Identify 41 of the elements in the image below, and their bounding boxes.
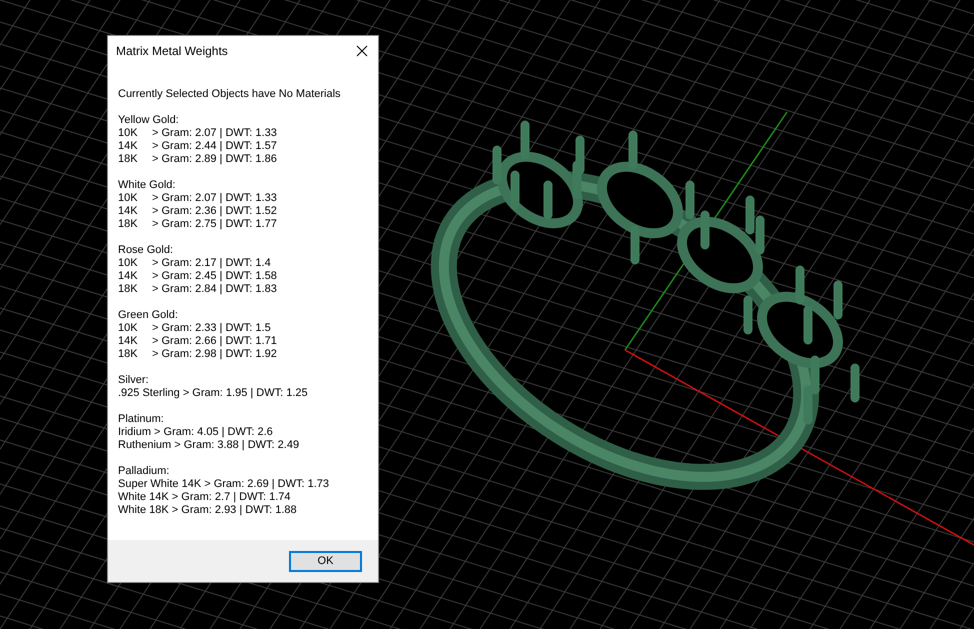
karat-label: 14K (118, 205, 139, 218)
ok-button[interactable]: OK (289, 550, 362, 572)
karat-label: 18K (118, 348, 139, 361)
weight-line: .925 Sterling > Gram: 1.95 | DWT: 1.25 (118, 387, 308, 400)
window-title: Matrix Metal Weights (116, 44, 228, 58)
metal-heading: Platinum: (118, 413, 164, 426)
status-message: Currently Selected Objects have No Materials (118, 88, 342, 101)
karat-label: 14K (118, 335, 139, 348)
karat-label: 14K (118, 270, 139, 283)
karat-label: 18K (118, 153, 139, 166)
metal-heading: Silver: (118, 374, 149, 387)
metal-heading: Green Gold: (118, 309, 178, 322)
metal-heading: Yellow Gold: (118, 114, 179, 127)
close-icon (356, 45, 368, 57)
weight-line: White 18K > Gram: 2.93 | DWT: 1.88 (118, 504, 297, 517)
weight-line: Iridium > Gram: 4.05 | DWT: 2.6 (118, 426, 273, 439)
weight-line: White 14K > Gram: 2.7 | DWT: 1.74 (118, 491, 291, 504)
weight-reading: > Gram: 2.98 | DWT: 1.92 (152, 348, 277, 361)
karat-label: 10K (118, 257, 139, 270)
weight-reading: > Gram: 2.07 | DWT: 1.33 (152, 127, 277, 140)
karat-label: 10K (118, 127, 139, 140)
weight-line: Ruthenium > Gram: 3.88 | DWT: 2.49 (118, 439, 300, 452)
karat-label: 10K (118, 192, 139, 205)
weight-reading: > Gram: 2.17 | DWT: 1.4 (152, 257, 271, 270)
metal-heading: Palladium: (118, 465, 170, 478)
karat-label: 10K (118, 322, 139, 335)
metal-heading: Rose Gold: (118, 244, 174, 257)
weight-reading: > Gram: 2.45 | DWT: 1.58 (152, 270, 277, 283)
weight-reading: > Gram: 2.66 | DWT: 1.71 (152, 335, 277, 348)
weight-reading: > Gram: 2.89 | DWT: 1.86 (152, 153, 277, 166)
weight-reading: > Gram: 2.84 | DWT: 1.83 (152, 283, 277, 296)
weight-reading: > Gram: 2.07 | DWT: 1.33 (152, 192, 277, 205)
karat-label: 14K (118, 140, 139, 153)
weight-line: Super White 14K > Gram: 2.69 | DWT: 1.73 (118, 478, 330, 491)
weight-reading: > Gram: 2.75 | DWT: 1.77 (152, 218, 277, 231)
weight-reading: > Gram: 2.36 | DWT: 1.52 (152, 205, 277, 218)
weight-reading: > Gram: 2.33 | DWT: 1.5 (152, 322, 271, 335)
weight-reading: > Gram: 2.44 | DWT: 1.57 (152, 140, 277, 153)
karat-label: 18K (118, 283, 139, 296)
metal-heading: White Gold: (118, 179, 176, 192)
karat-label: 18K (118, 218, 139, 231)
